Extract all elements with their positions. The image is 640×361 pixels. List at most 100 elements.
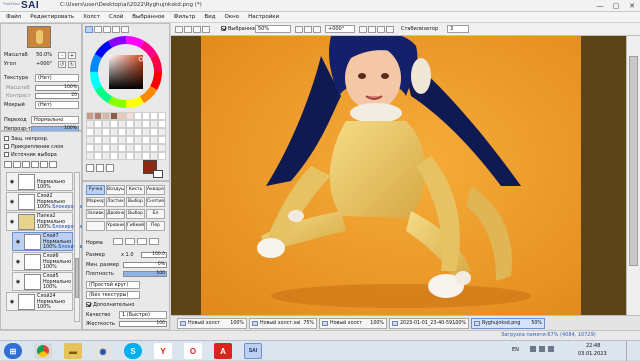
palette-swatch[interactable] xyxy=(150,120,158,128)
palette-swatch[interactable] xyxy=(126,136,134,144)
tool-tab-0-2[interactable]: Кисть xyxy=(126,185,145,195)
density-slider[interactable]: 100 xyxy=(123,271,167,277)
hardness-slider[interactable]: 100 xyxy=(119,321,167,327)
yandex-browser-icon[interactable]: Y xyxy=(154,343,172,359)
palette-swatch[interactable] xyxy=(158,144,166,152)
brush-tip-flat-icon[interactable] xyxy=(125,238,135,245)
visibility-eye-icon[interactable]: ◉ xyxy=(8,179,16,185)
selection-checkbox[interactable] xyxy=(221,26,226,31)
palette-swatch[interactable] xyxy=(110,144,118,152)
close-button[interactable]: ✕ xyxy=(624,0,640,12)
selection-source-check[interactable]: Источник выбора xyxy=(4,152,57,158)
brush-tip-round-icon[interactable] xyxy=(113,238,123,245)
selection-source-checkbox[interactable] xyxy=(4,152,9,157)
angle-value[interactable]: +000° xyxy=(36,61,52,67)
rgb-mode-icon[interactable] xyxy=(94,26,102,33)
zoom-in-button[interactable]: + xyxy=(68,51,76,59)
palette-swatch[interactable] xyxy=(102,152,110,160)
blend-mode-select[interactable]: Нормально xyxy=(31,116,79,124)
preserve-opacity-check[interactable]: Защ. непрозр. xyxy=(4,136,48,142)
maximize-button[interactable]: ▢ xyxy=(608,0,624,12)
canvas-vertical-scrollbar[interactable] xyxy=(626,36,640,315)
menu-layer[interactable]: Слой xyxy=(109,14,123,20)
rotate-left-button[interactable]: ↺ xyxy=(58,60,66,68)
paint-tool-sai-icon[interactable]: SAI xyxy=(244,343,262,359)
palette-swatch[interactable] xyxy=(86,120,94,128)
palette-swatch[interactable] xyxy=(94,144,102,152)
palette-swatch[interactable] xyxy=(86,136,94,144)
tool-tab-1-1[interactable]: Ластик xyxy=(106,197,125,207)
copy-layer-icon[interactable] xyxy=(22,161,30,168)
layer-item[interactable]: ◉ Папка2 Нормально 100% Блокировка xyxy=(6,212,82,231)
tool-tab-2-0[interactable]: Заливка xyxy=(86,209,105,219)
eyedropper-icon[interactable] xyxy=(86,164,94,172)
palette-swatch[interactable] xyxy=(126,128,134,136)
palette-swatch[interactable] xyxy=(86,152,94,160)
texture-scale-slider[interactable]: 100% xyxy=(35,85,79,91)
tool-tab-2-1[interactable]: Двойной xyxy=(106,209,125,219)
canvas-vscroll-thumb[interactable] xyxy=(629,56,638,266)
palette-swatch[interactable] xyxy=(118,144,126,152)
palette-swatch[interactable] xyxy=(110,120,118,128)
rotate-right-button[interactable]: ↻ xyxy=(68,60,76,68)
visibility-eye-icon[interactable]: ◉ xyxy=(8,299,16,305)
palette-swatch[interactable] xyxy=(150,144,158,152)
palette-swatch[interactable] xyxy=(118,112,126,120)
tool-tab-1-0[interactable]: Маркер xyxy=(86,197,105,207)
zoom-reset-icon[interactable] xyxy=(313,26,321,33)
palette-swatch[interactable] xyxy=(134,144,142,152)
artwork-canvas[interactable] xyxy=(171,36,626,315)
palette-swatch[interactable] xyxy=(142,136,150,144)
palette-swatch[interactable] xyxy=(126,112,134,120)
pdf-reader-icon[interactable]: A xyxy=(214,343,232,359)
layers-scroll-thumb[interactable] xyxy=(75,258,79,298)
palette-swatch[interactable] xyxy=(86,144,94,152)
zoom-out-button[interactable]: - xyxy=(58,51,66,59)
rotate-ccw-icon[interactable] xyxy=(359,26,367,33)
chrome-icon[interactable] xyxy=(34,343,52,359)
layer-item-selected[interactable]: ◉ Слой7Нормально100% Блокировка xyxy=(12,232,88,251)
color-wheel-mode-icon[interactable] xyxy=(85,26,93,33)
opera-icon[interactable]: O xyxy=(184,343,202,359)
tool-tab-1-3[interactable]: Снятие xyxy=(146,197,165,207)
texture-intensity-slider[interactable]: 20 xyxy=(35,93,79,99)
palette-swatch[interactable] xyxy=(134,152,142,160)
file-explorer-icon[interactable]: ▬ xyxy=(64,343,82,359)
brush-shape-select[interactable]: (Простой круг) xyxy=(86,281,140,289)
redo-icon[interactable] xyxy=(184,26,192,33)
layer-item[interactable]: ◉ Слой2 Нормально 100% Блокировка xyxy=(6,192,82,211)
menu-selection[interactable]: Выбранное xyxy=(132,14,164,20)
skype-icon[interactable]: S xyxy=(124,343,142,359)
menu-settings[interactable]: Настройки xyxy=(248,14,279,20)
rotate-cw-icon[interactable] xyxy=(368,26,376,33)
menu-filter[interactable]: Фильтр xyxy=(174,14,196,20)
palette-swatch[interactable] xyxy=(142,128,150,136)
palette-swatch[interactable] xyxy=(134,136,142,144)
palette-swatch[interactable] xyxy=(142,144,150,152)
start-button-icon[interactable]: ⊞ xyxy=(4,343,22,359)
brush-texture-select[interactable]: (Без текстуры) xyxy=(86,291,140,299)
layer-item[interactable]: ◉ Нормально 100% xyxy=(6,172,73,191)
palette-swatch[interactable] xyxy=(102,120,110,128)
deselect-icon[interactable] xyxy=(193,26,201,33)
brush-tip-blunt-icon[interactable] xyxy=(137,238,147,245)
palette-swatch[interactable] xyxy=(102,112,110,120)
palette-swatch[interactable] xyxy=(158,120,166,128)
tool-tab-3-0[interactable] xyxy=(86,221,105,231)
stabilizer-select[interactable]: 3 xyxy=(447,25,469,33)
palette-swatch[interactable] xyxy=(102,144,110,152)
clear-layer-icon[interactable] xyxy=(40,161,48,168)
palette-swatch[interactable] xyxy=(134,128,142,136)
palette-swatch[interactable] xyxy=(110,128,118,136)
tool-tab-3-3[interactable]: Пер xyxy=(146,221,165,231)
palette-swatch[interactable] xyxy=(86,112,94,120)
palette-swatch[interactable] xyxy=(150,152,158,160)
palette-swatch[interactable] xyxy=(142,152,150,160)
tool-tab-0-1[interactable]: Воздушка xyxy=(106,185,125,195)
layer-item[interactable]: ◉ Слой5 Нормально 100% xyxy=(12,272,73,291)
palette-swatch[interactable] xyxy=(150,128,158,136)
selection-toggle[interactable]: Выбранное xyxy=(221,26,257,32)
new-folder-icon[interactable] xyxy=(13,161,21,168)
texture-select[interactable]: (Нет) xyxy=(35,74,79,82)
brush-tip-soft-icon[interactable] xyxy=(149,238,159,245)
